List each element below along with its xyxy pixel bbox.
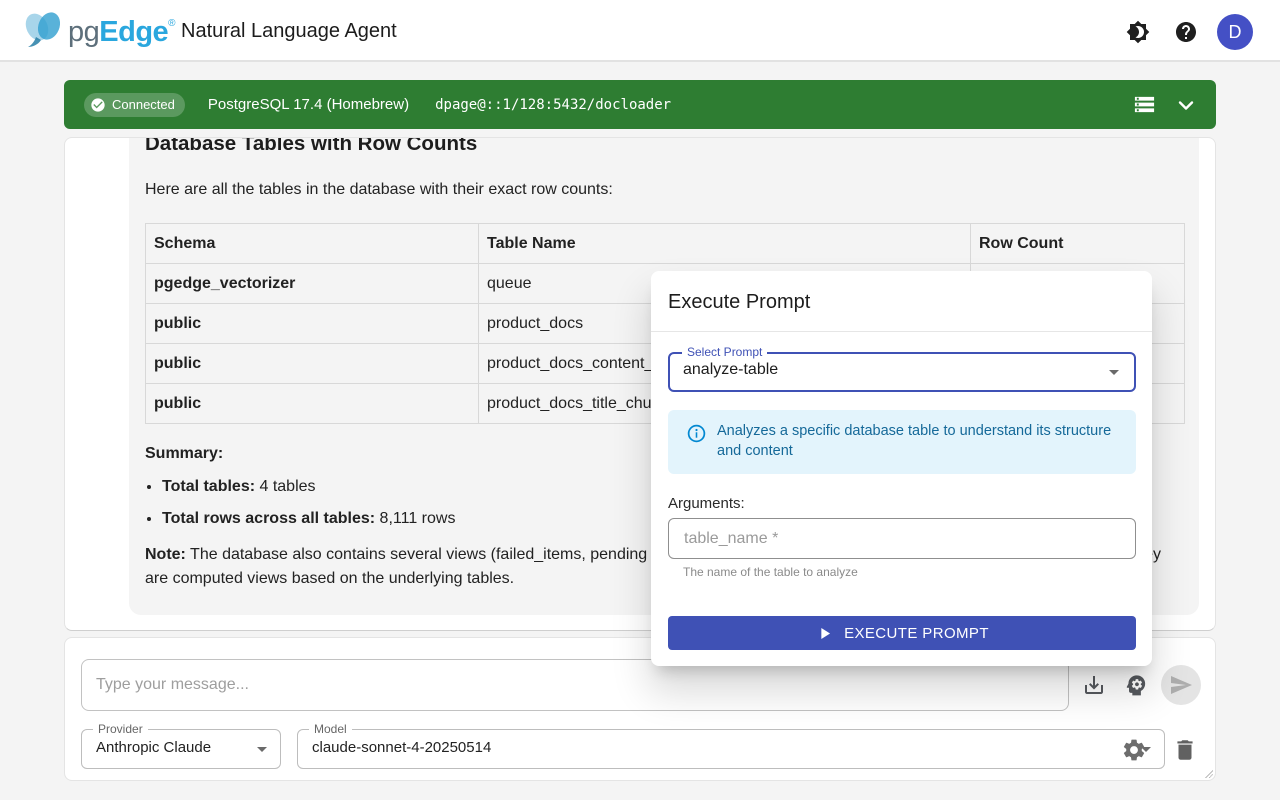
connection-status-bar[interactable]: Connected PostgreSQL 17.4 (Homebrew) dpa… [64, 80, 1216, 129]
server-version-label: PostgreSQL 17.4 (Homebrew) [208, 96, 409, 113]
execute-prompt-button[interactable]: EXECUTE PROMPT [668, 616, 1136, 650]
table-name-helper-text: The name of the table to analyze [683, 565, 858, 579]
check-circle-icon [90, 97, 106, 113]
resize-grip[interactable] [1204, 769, 1213, 778]
prompt-description: Analyzes a specific database table to un… [717, 421, 1119, 461]
info-icon [686, 423, 707, 444]
arguments-label: Arguments: [668, 495, 745, 512]
help-icon[interactable] [1174, 20, 1198, 44]
message-input[interactable] [81, 659, 1069, 711]
dropdown-arrow-icon [250, 737, 274, 761]
provider-label: Provider [93, 722, 148, 736]
provider-value: Anthropic Claude [96, 739, 211, 756]
play-icon [815, 624, 834, 643]
list-item: Total tables: 4 tables [162, 475, 455, 499]
table-name-input[interactable] [668, 518, 1136, 559]
column-header-table-name: Table Name [479, 224, 971, 264]
download-icon[interactable] [1082, 673, 1106, 697]
model-select[interactable]: Model claude-sonnet-4-20250514 [297, 729, 1165, 769]
divider [651, 331, 1152, 332]
select-prompt-dropdown[interactable]: Select Prompt analyze-table [668, 352, 1136, 392]
pgedge-logo-icon [20, 9, 66, 56]
send-icon [1169, 673, 1193, 697]
list-item: Total rows across all tables: 8,111 rows [162, 507, 455, 531]
select-prompt-label: Select Prompt [682, 345, 767, 359]
chevron-down-icon[interactable] [1174, 93, 1198, 117]
execute-prompt-dialog: Execute Prompt Select Prompt analyze-tab… [651, 271, 1152, 666]
summary-list: Total tables: 4 tables Total rows across… [162, 475, 455, 539]
dropdown-arrow-icon [1102, 360, 1126, 384]
table-header-row: Schema Table Name Row Count [146, 224, 1185, 264]
app-window: pgEdge® Natural Language Agent D Connect… [0, 0, 1280, 800]
storage-icon[interactable] [1133, 93, 1156, 116]
user-avatar[interactable]: D [1217, 14, 1253, 50]
model-value: claude-sonnet-4-20250514 [312, 739, 491, 756]
page-title: Natural Language Agent [181, 0, 397, 62]
select-prompt-value: analyze-table [683, 361, 778, 379]
provider-select[interactable]: Provider Anthropic Claude [81, 729, 281, 769]
prompt-info-alert: Analyzes a specific database table to un… [668, 410, 1136, 474]
pgedge-logo: pgEdge® [20, 9, 175, 56]
message-heading: Database Tables with Row Counts [145, 137, 477, 159]
app-header: pgEdge® Natural Language Agent D [0, 0, 1280, 62]
dialog-title: Execute Prompt [668, 291, 810, 314]
pgedge-logo-text: pgEdge® [68, 16, 175, 49]
column-header-row-count: Row Count [971, 224, 1185, 264]
summary-label: Summary: [145, 445, 223, 463]
send-button[interactable] [1161, 665, 1201, 705]
model-label: Model [309, 722, 352, 736]
message-intro: Here are all the tables in the database … [145, 181, 613, 199]
connected-status-badge: Connected [84, 93, 185, 117]
connection-string: dpage@::1/128:5432/docloader [435, 97, 671, 113]
psychology-icon[interactable] [1124, 673, 1148, 697]
dark-mode-toggle-icon[interactable] [1126, 20, 1150, 44]
settings-gear-icon[interactable] [1121, 737, 1147, 763]
trash-icon[interactable] [1172, 737, 1198, 763]
column-header-schema: Schema [146, 224, 479, 264]
